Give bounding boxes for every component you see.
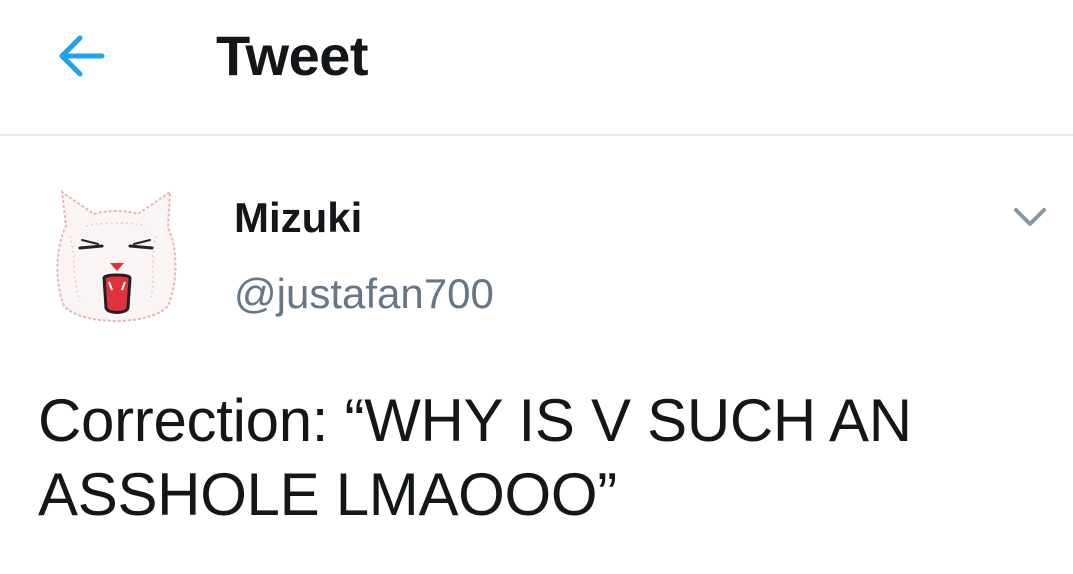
chevron-down-icon [1014, 208, 1046, 226]
tweet-menu-button[interactable] [1008, 200, 1052, 232]
author-handle[interactable]: @justafan700 [234, 270, 494, 318]
top-app-bar: Tweet [0, 0, 1073, 136]
page-title: Tweet [216, 24, 369, 87]
arrow-left-icon [59, 35, 105, 77]
tweet-text: Correction: “WHY IS V SUCH AN ASSHOLE LM… [38, 387, 912, 528]
cat-avatar-image [56, 189, 177, 322]
back-button[interactable] [50, 26, 114, 86]
tweet-card: Mizuki @justafan700 Correction: “WHY IS … [0, 136, 1073, 574]
tweet-detail-screen: Tweet Mizuki @justafan700 Correction: “W… [0, 0, 1073, 574]
author-display-name[interactable]: Mizuki [234, 194, 362, 242]
avatar[interactable] [46, 186, 186, 336]
